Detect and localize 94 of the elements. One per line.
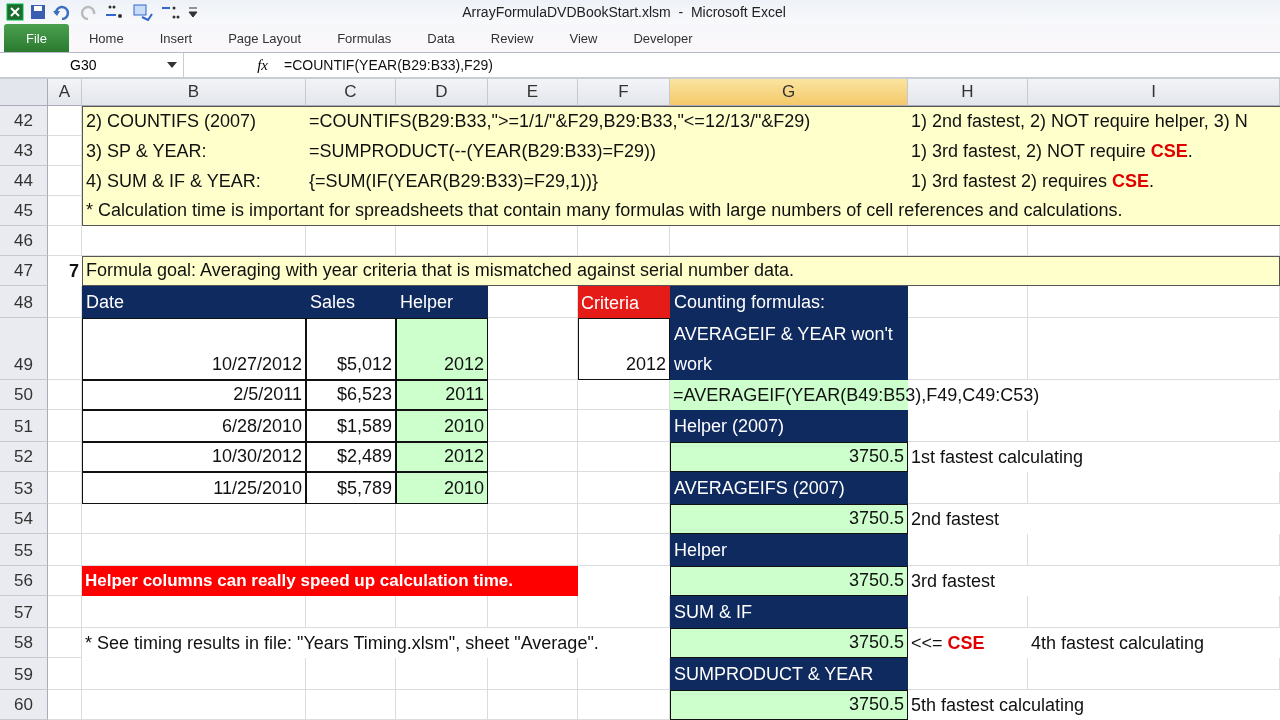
table-cell: $2,489 [306,442,396,472]
row-header[interactable]: 60 [0,690,48,720]
cell-text: 1) 2nd fastest, 2) NOT require helper, 3) N [908,106,1280,136]
helper-cell: 2011 [396,380,488,410]
row-header[interactable]: 47 [0,256,48,286]
header-cell: Helper [396,286,488,318]
ribbon-tab[interactable]: File [4,24,69,52]
cell-text: 5th fastest calculating [910,694,1086,717]
cell-text: 1) 3rd fastest, 2) NOT require CSE. [908,136,1280,166]
cell-text: 2nd fastest [910,508,1001,531]
cell-text: 1) 3rd fastest 2) requires CSE. [908,166,1280,196]
helper-cell: 2010 [396,472,488,504]
row-header[interactable]: 56 [0,566,48,596]
ribbon-tab[interactable]: Home [72,24,140,52]
header-cell: Helper [670,534,908,566]
cell-text: 4th fastest calculating [1030,632,1206,655]
column-header[interactable]: D [396,79,488,106]
cell-text: 3) SP & YEAR: [82,136,306,166]
header-cell: AVERAGEIF & YEAR won't work [670,318,908,380]
ribbon-tab[interactable]: Insert [143,24,209,52]
cell-text: =COUNTIFS(B29:B33,">=1/1/"&F29,B29:B33,"<=12/13/"&F29) [306,106,908,136]
result-cell: 3750.5 [670,690,908,720]
row-header[interactable]: 50 [0,380,48,410]
row-header[interactable]: 44 [0,166,48,196]
table-cell: 6/28/2010 [82,410,306,442]
table-cell: 2/5/2011 [82,380,306,410]
row-header[interactable]: 54 [0,504,48,534]
name-box[interactable]: G30 [0,53,184,77]
table-cell: 10/27/2012 [82,318,306,380]
table-cell: 10/30/2012 [82,442,306,472]
header-cell: AVERAGEIFS (2007) [670,472,908,504]
column-header[interactable]: A [48,79,82,106]
save-icon[interactable] [30,2,46,22]
cell-text: <<= CSE [910,632,986,655]
row-header[interactable]: 53 [0,472,48,504]
header-cell: Helper (2007) [670,410,908,442]
row-header[interactable]: 51 [0,410,48,442]
row-header[interactable]: 43 [0,136,48,166]
column-header[interactable]: E [488,79,578,106]
header-cell: SUMPRODUCT & YEAR [670,658,908,690]
row-header[interactable]: 48 [0,286,48,318]
ribbon-tab[interactable]: View [553,24,614,52]
row-header[interactable]: 59 [0,658,48,690]
result-cell: 3750.5 [670,628,908,658]
column-header[interactable]: C [306,79,396,106]
helper-cell: 2012 [396,442,488,472]
result-cell: 3750.5 [670,566,908,596]
row-header[interactable]: 52 [0,442,48,472]
cell-text: 1st fastest calculating [910,446,1085,469]
goal-cell: Formula goal: Averaging with year criteria that is mismatched against serial number data. [82,256,1280,286]
cell-text: 2) COUNTIFS (2007) [82,106,306,136]
row-header[interactable]: 45 [0,196,48,226]
formula-text[interactable]: =COUNTIF(YEAR(B29:B33),F29) [284,57,493,73]
row-header[interactable]: 55 [0,534,48,566]
row-header[interactable]: 42 [0,106,48,136]
column-header[interactable]: F [578,79,670,106]
result-cell: 3750.5 [670,504,908,534]
row-header[interactable]: 57 [0,596,48,628]
cell-text: 4) SUM & IF & YEAR: [82,166,306,196]
table-cell: $5,012 [306,318,396,380]
table-cell: $1,589 [306,410,396,442]
cell-text: =SUMPRODUCT(--(YEAR(B29:B33)=F29)) [306,136,908,166]
header-cell: Date [82,286,306,318]
column-header[interactable]: H [908,79,1028,106]
criteria-cell: Criteria [578,286,670,318]
ribbon-tab[interactable]: Page Layout [212,24,318,52]
cell-text: {=SUM(IF(YEAR(B29:B33)=F29,1))} [306,166,908,196]
ribbon-tab[interactable]: Formulas [321,24,408,52]
helper-cell: 2012 [396,318,488,380]
cell-text: * Calculation time is important for spreadsheets that contain many formulas with large numbers of cell references and calculations. [82,196,1280,226]
helper-cell: 2010 [396,410,488,442]
column-header[interactable]: I [1028,79,1280,106]
header-cell: Counting formulas: [670,286,908,318]
excel-logo-icon[interactable] [6,2,24,22]
table-cell: $5,789 [306,472,396,504]
row-header[interactable]: 49 [0,318,48,380]
insert-function-button[interactable]: fx [184,56,284,74]
cell-text: * See timing results in file: "Years Timing.xlsm", sheet "Average". [84,632,600,655]
table-cell: 11/25/2010 [82,472,306,504]
ribbon-tab[interactable]: Developer [617,24,709,52]
header-cell: SUM & IF [670,596,908,628]
column-header[interactable]: G [670,79,908,106]
table-cell: $6,523 [306,380,396,410]
result-cell: 3750.5 [670,442,908,472]
window-title: ArrayFormulaDVDBookStart.xlsm - Microsoft Excel [461,4,787,20]
row-header[interactable]: 46 [0,226,48,256]
ribbon-tab[interactable]: Review [474,24,550,52]
criteria-value-cell: 2012 [578,318,670,380]
header-cell: Sales [306,286,396,318]
row-header[interactable]: 58 [0,628,48,658]
cell-text: 3rd fastest [910,570,997,593]
ribbon-tab[interactable]: Data [411,24,471,52]
column-header[interactable]: B [82,79,306,106]
step-number: 7 [68,260,80,283]
